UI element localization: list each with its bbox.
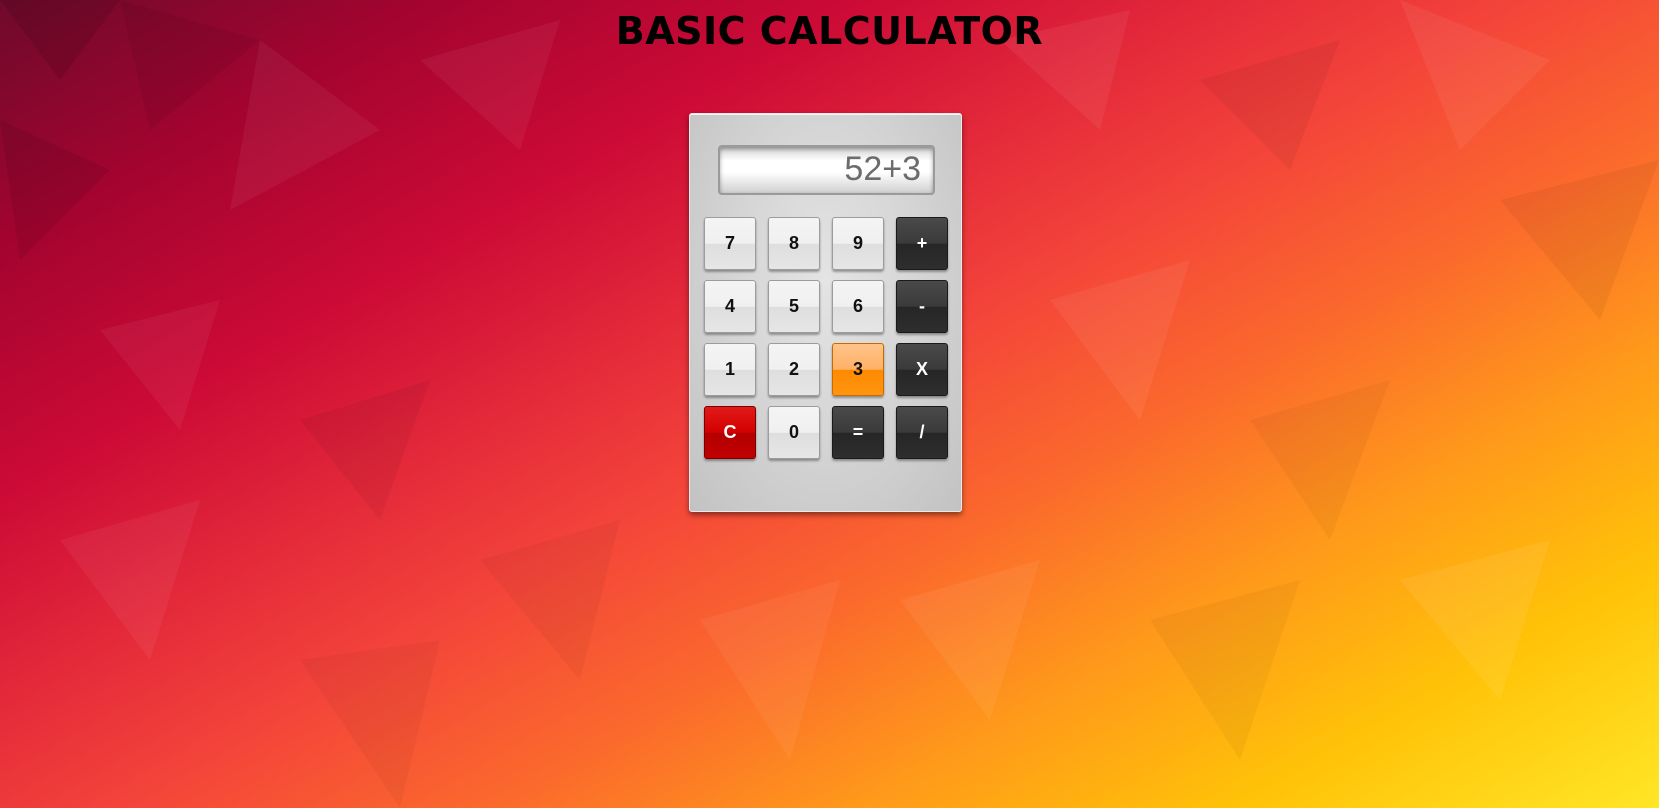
digit-key-6[interactable]: 6 [832,280,884,333]
digit-key-1[interactable]: 1 [704,343,756,396]
digit-key-3[interactable]: 3 [832,343,884,396]
digit-key-7[interactable]: 7 [704,217,756,270]
page-title: BASIC CALCULATOR [615,9,1044,53]
equals-key[interactable]: = [832,406,884,459]
digit-key-2[interactable]: 2 [768,343,820,396]
keypad: 7 8 9 +4 5 6- 1 2 3 X C 0 = / [704,217,948,459]
divide-key[interactable]: / [896,406,948,459]
calculator-display: 52+3 [718,145,935,195]
multiply-key[interactable]: X [896,343,948,396]
digit-key-5[interactable]: 5 [768,280,820,333]
digit-key-0[interactable]: 0 [768,406,820,459]
calculator-body: 52+3 7 8 9 +4 5 6- 1 2 3 X C 0 = / [689,113,962,512]
plus-key[interactable]: + [896,217,948,270]
digit-key-9[interactable]: 9 [832,217,884,270]
digit-key-8[interactable]: 8 [768,217,820,270]
minus-key[interactable]: - [896,280,948,333]
digit-key-4[interactable]: 4 [704,280,756,333]
clear-key[interactable]: C [704,406,756,459]
